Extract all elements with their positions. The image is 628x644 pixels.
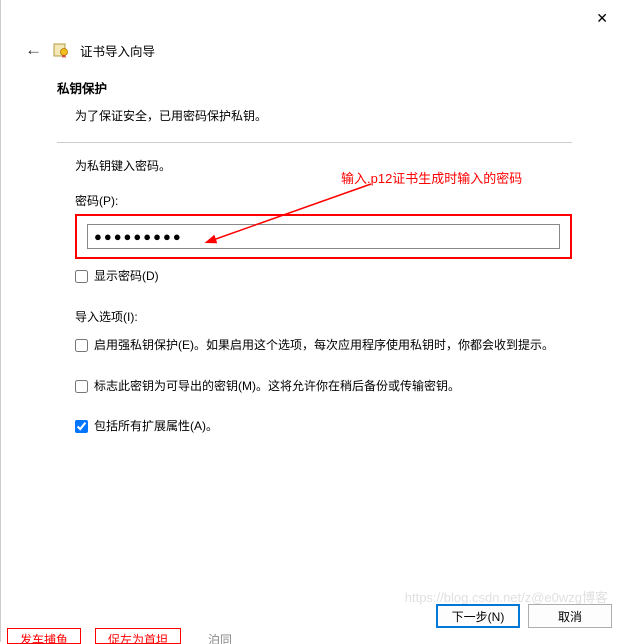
exportable-key-checkbox[interactable] xyxy=(75,380,88,393)
back-arrow-icon[interactable]: ← xyxy=(25,40,42,60)
exportable-key-label: 标志此密钥为可导出的密钥(M)。这将允许你在稍后备份或传输密钥。 xyxy=(94,376,460,396)
next-button[interactable]: 下一步(N) xyxy=(436,604,520,628)
certificate-icon xyxy=(52,41,70,59)
content-area: 私钥保护 为了保证安全，已用密码保护私钥。 xyxy=(1,78,628,124)
strong-protection-checkbox[interactable] xyxy=(75,339,88,352)
show-password-checkbox[interactable] xyxy=(75,270,88,283)
import-options-label: 导入选项(I): xyxy=(57,308,572,325)
section-subtitle: 为了保证安全，已用密码保护私钥。 xyxy=(57,107,572,124)
section-title: 私钥保护 xyxy=(57,78,572,97)
password-input[interactable] xyxy=(87,224,560,249)
password-label: 密码(P): xyxy=(75,194,118,208)
wizard-title: 证书导入向导 xyxy=(80,41,155,60)
titlebar: ✕ xyxy=(1,0,628,36)
wizard-window: ✕ ← 证书导入向导 私钥保护 为了保证安全，已用密码保护私钥。 为私钥键入密码… xyxy=(0,0,628,642)
divider xyxy=(57,142,572,143)
close-icon[interactable]: ✕ xyxy=(588,8,616,29)
cancel-button[interactable]: 取消 xyxy=(528,604,612,628)
extended-attributes-checkbox[interactable] xyxy=(75,420,88,433)
strong-protection-label: 启用强私钥保护(E)。如果启用这个选项，每次应用程序使用私钥时，你都会收到提示。 xyxy=(94,335,554,355)
annotation-text: 输入.p12证书生成时输入的密码 xyxy=(341,168,522,187)
header: ← 证书导入向导 xyxy=(1,36,628,78)
button-bar: 下一步(N) 取消 xyxy=(436,604,612,628)
show-password-label: 显示密码(D) xyxy=(94,267,159,286)
password-highlight-box xyxy=(75,214,572,259)
extended-attributes-label: 包括所有扩展属性(A)。 xyxy=(94,416,218,436)
